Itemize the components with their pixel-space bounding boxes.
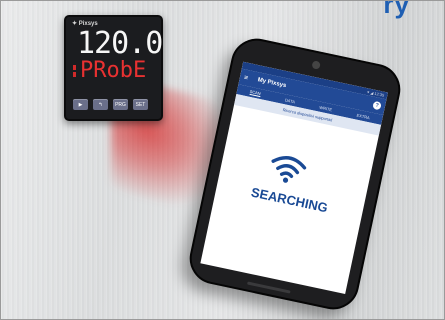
help-icon[interactable]: ?	[372, 100, 382, 111]
controller-button-play[interactable]: ▶	[73, 99, 88, 110]
tab-data[interactable]: DATA	[285, 97, 296, 104]
scene: ry ✦ Pixsys 120.0 PRobE ▶ ↰ PRG SET ▾ ◢ …	[0, 0, 445, 320]
phone-screen: ▾ ◢ 12:35 ≡ My Pixsys ? SCAN DATA WRITE …	[200, 61, 388, 295]
display-label: PRobE	[80, 58, 147, 83]
controller-button-prg[interactable]: PRG	[113, 99, 128, 110]
menu-icon[interactable]: ≡	[243, 74, 254, 83]
controller-button-return[interactable]: ↰	[93, 99, 108, 110]
temperature-controller: ✦ Pixsys 120.0 PRobE ▶ ↰ PRG SET	[64, 15, 163, 121]
tab-scan[interactable]: SCAN	[249, 88, 262, 98]
led-indicator-icon	[73, 72, 76, 77]
led-indicator-icon	[73, 65, 76, 70]
tab-extra[interactable]: EXTRA	[356, 112, 370, 120]
controller-buttons: ▶ ↰ PRG SET	[73, 99, 148, 110]
controller-button-set[interactable]: SET	[133, 99, 148, 110]
display-value: 120.0	[77, 26, 163, 61]
tab-write[interactable]: WRITE	[319, 104, 333, 112]
wifi-icon	[271, 156, 307, 183]
phone-speaker	[246, 281, 291, 294]
front-camera	[311, 60, 321, 70]
header-text-fragment: ry	[383, 0, 410, 19]
